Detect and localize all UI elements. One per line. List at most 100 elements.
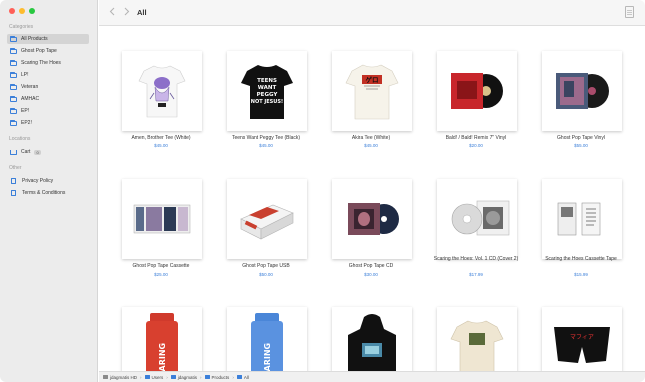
folder-icon bbox=[144, 375, 150, 379]
other-section-title: Other bbox=[9, 165, 22, 171]
document-icon bbox=[11, 178, 16, 184]
sidebar-item-label: EP2! bbox=[21, 120, 32, 126]
folder-icon bbox=[204, 375, 210, 379]
path-item[interactable]: jdagmatis bbox=[170, 375, 197, 380]
product-image: SCARING bbox=[227, 307, 307, 371]
product-grid: Amen, Brother Tee (White) $45.00 TEENS W… bbox=[99, 27, 645, 371]
path-item[interactable]: Products bbox=[204, 375, 229, 380]
categories-section-title: Categories bbox=[9, 24, 34, 30]
folder-icon bbox=[10, 107, 17, 114]
sidebar-item-lp[interactable]: LP! bbox=[7, 70, 89, 80]
sidebar-item-label: Cart bbox=[21, 149, 31, 155]
product-price: $25.00 bbox=[154, 272, 168, 277]
close-window-button[interactable] bbox=[9, 8, 15, 14]
sidebar-item-ep2[interactable]: EP2! bbox=[7, 118, 89, 128]
cart-icon bbox=[10, 149, 17, 155]
product-image: SCARING bbox=[122, 307, 202, 371]
sidebar-item-label: Terms & Conditions bbox=[22, 190, 66, 196]
folder-icon bbox=[10, 83, 17, 90]
sidebar-item-label: LP! bbox=[21, 72, 29, 78]
sidebar-item-label: Privacy Policy bbox=[22, 178, 54, 184]
product-price: $20.00 bbox=[469, 143, 483, 148]
folder-icon bbox=[170, 375, 176, 379]
path-item[interactable]: jdagmatis HD bbox=[103, 375, 137, 380]
product-image bbox=[122, 51, 202, 131]
svg-text:PEGGY: PEGGY bbox=[257, 92, 279, 98]
product-price: $45.00 bbox=[364, 143, 378, 148]
page-title: All bbox=[137, 8, 147, 17]
zoom-window-button[interactable] bbox=[29, 8, 35, 14]
product-image: ゲロ bbox=[332, 51, 412, 131]
svg-text:NOT JESUS!: NOT JESUS! bbox=[251, 99, 283, 105]
sidebar-item-label: AMHAC bbox=[21, 96, 40, 102]
sidebar-item-ghost-pop-tape[interactable]: Ghost Pop Tape bbox=[7, 46, 89, 56]
folder-icon bbox=[10, 71, 17, 78]
svg-text:マフィア: マフィア bbox=[570, 334, 594, 341]
product-name: Ghost Pop Tape CD bbox=[348, 263, 394, 269]
product-name: Ghost Pop Tape Vinyl bbox=[557, 135, 605, 141]
window-controls bbox=[9, 8, 35, 14]
product-name: Scaring the Hoes: Vol. 1 CD (Cover 2) bbox=[433, 256, 519, 262]
product-image bbox=[437, 307, 517, 371]
product-name: Ghost Pop Tape USB bbox=[242, 263, 290, 269]
sidebar-item-scaring-the-hoes[interactable]: Scaring The Hoes bbox=[7, 58, 89, 68]
minimize-window-button[interactable] bbox=[19, 8, 25, 14]
document-icon[interactable] bbox=[625, 6, 634, 18]
product-image bbox=[227, 179, 307, 259]
sidebar: Categories All Products Ghost Pop Tape S… bbox=[0, 0, 98, 382]
path-bar: jdagmatis HD › Users › jdagmatis › Produ… bbox=[99, 371, 645, 382]
product-image bbox=[542, 51, 622, 131]
folder-icon bbox=[10, 119, 17, 126]
sidebar-item-amhac[interactable]: AMHAC bbox=[7, 94, 89, 104]
toolbar: All bbox=[99, 0, 645, 26]
sidebar-item-veteran[interactable]: Veteran bbox=[7, 82, 89, 92]
product-name: Scaring the Hoes Cassette Tape bbox=[545, 256, 617, 262]
product-price: $45.00 bbox=[259, 143, 273, 148]
hard-drive-icon bbox=[103, 375, 108, 379]
sidebar-item-label: Scaring The Hoes bbox=[21, 60, 61, 66]
product-price: $55.00 bbox=[574, 143, 588, 148]
folder-icon bbox=[10, 35, 17, 42]
product-image bbox=[332, 307, 412, 371]
chevron-right-icon bbox=[124, 7, 130, 16]
product-name: Amen, Brother Tee (White) bbox=[131, 135, 191, 141]
folder-icon bbox=[236, 375, 242, 379]
chevron-left-icon bbox=[109, 7, 115, 16]
sidebar-item-label: EP! bbox=[21, 108, 30, 114]
product-name: Akira Tee (White) bbox=[351, 135, 391, 141]
product-price: $15.99 bbox=[574, 272, 588, 277]
document-icon bbox=[11, 190, 16, 196]
product-image: マフィア bbox=[542, 307, 622, 371]
cart-count-badge: 0 bbox=[34, 149, 41, 155]
sidebar-item-cart[interactable]: Cart 0 bbox=[7, 147, 89, 157]
folder-icon bbox=[10, 47, 17, 54]
sidebar-item-all-products[interactable]: All Products bbox=[7, 34, 89, 44]
path-item[interactable]: All bbox=[236, 375, 249, 380]
product-image bbox=[542, 179, 622, 259]
product-name: Bald! / Bald! Remix 7" Vinyl bbox=[445, 135, 507, 141]
product-image bbox=[437, 179, 517, 259]
finder-window: Categories All Products Ghost Pop Tape S… bbox=[0, 0, 645, 382]
svg-text:SCARING: SCARING bbox=[158, 343, 167, 371]
svg-text:ゲロ: ゲロ bbox=[366, 75, 379, 84]
sidebar-item-label: All Products bbox=[21, 36, 48, 42]
product-image bbox=[122, 179, 202, 259]
product-name: Ghost Pop Tape Cassette bbox=[132, 263, 190, 269]
product-price: $50.00 bbox=[259, 272, 273, 277]
back-button[interactable] bbox=[109, 7, 116, 18]
svg-text:SCARING: SCARING bbox=[263, 343, 272, 371]
svg-text:WANT: WANT bbox=[258, 85, 277, 91]
product-image bbox=[437, 51, 517, 131]
product-price: $30.00 bbox=[364, 272, 378, 277]
sidebar-item-terms[interactable]: Terms & Conditions bbox=[7, 188, 89, 198]
forward-button[interactable] bbox=[123, 7, 130, 18]
sidebar-item-ep[interactable]: EP! bbox=[7, 106, 89, 116]
locations-section-title: Locations bbox=[9, 136, 31, 142]
sidebar-item-label: Ghost Pop Tape bbox=[21, 48, 57, 54]
sidebar-item-label: Veteran bbox=[21, 84, 39, 90]
path-item[interactable]: Users bbox=[144, 375, 163, 380]
product-price: $45.00 bbox=[154, 143, 168, 148]
product-image: TEENS WANT PEGGY NOT JESUS! bbox=[227, 51, 307, 131]
sidebar-item-privacy-policy[interactable]: Privacy Policy bbox=[7, 176, 89, 186]
folder-icon bbox=[10, 95, 17, 102]
